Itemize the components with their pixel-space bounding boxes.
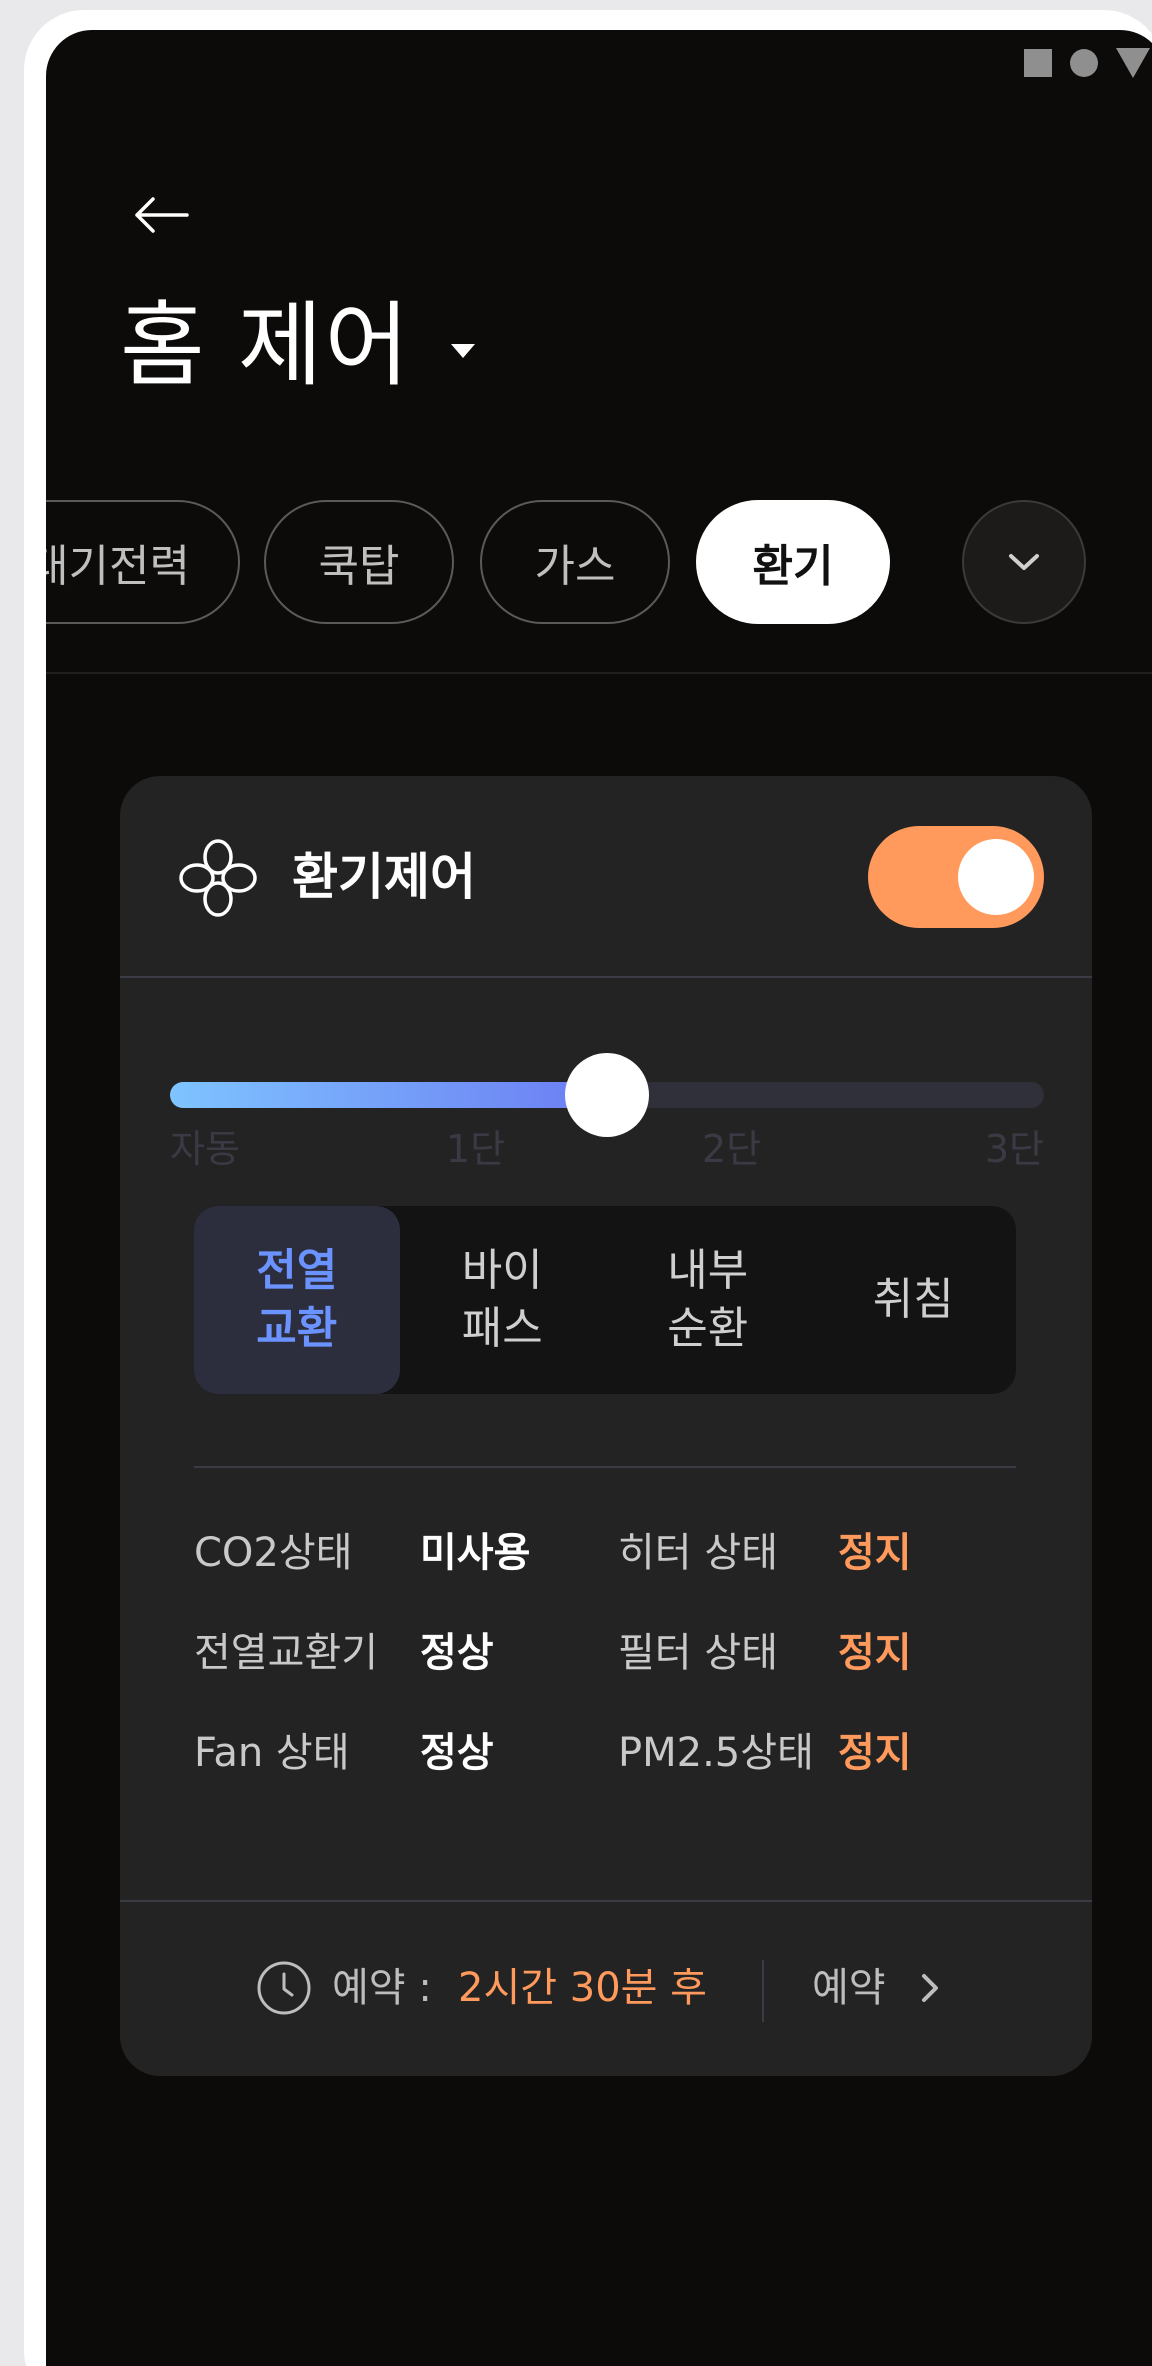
status-row: CO2상태 미사용 히터 상태 정지	[194, 1520, 1016, 1620]
slider-label-auto: 자동	[170, 1127, 240, 1171]
status-label: PM2.5상태	[618, 1730, 814, 1776]
page-title: 홈 제어	[120, 292, 412, 399]
status-label: CO2상태	[194, 1530, 353, 1576]
ventilation-control-card: 환기제어 자동 1단 2단 3단 전열 교환 바이 패스 내부 순환 취침 CO…	[120, 776, 1092, 2076]
tab-label: 쿡탑	[318, 541, 400, 592]
tab-label: 환기	[752, 541, 834, 592]
title-dropdown[interactable]: 홈 제어	[120, 292, 476, 399]
slider-label-level-2: 2단	[702, 1127, 762, 1171]
card-divider	[120, 976, 1092, 978]
circle-icon	[1070, 49, 1098, 77]
tab-standby-power[interactable]: 대기전력	[46, 500, 240, 624]
tab-label: 대기전력	[46, 541, 190, 592]
tab-cooktop[interactable]: 쿡탑	[264, 500, 454, 624]
slider-label-level-3: 3단	[984, 1127, 1044, 1171]
status-label: 전열교환기	[194, 1630, 378, 1676]
chevron-right-icon[interactable]	[910, 1968, 950, 2008]
reservation-bar: 예약 : 2시간 30분 후 예약	[120, 1902, 1092, 2076]
tab-gas[interactable]: 가스	[480, 500, 670, 624]
mode-heat-exchange[interactable]: 전열 교환	[194, 1206, 400, 1394]
ventilation-toggle[interactable]	[868, 826, 1044, 928]
slider-label-level-1: 1단	[446, 1127, 506, 1171]
status-value: 정지	[838, 1530, 912, 1576]
status-label: 필터 상태	[618, 1630, 778, 1676]
mode-label-line2: 교환	[256, 1303, 338, 1354]
mode-label-line1: 취침	[872, 1274, 954, 1325]
mode-label-line2: 패스	[461, 1303, 543, 1354]
status-label: 히터 상태	[618, 1530, 778, 1576]
status-value: 정지	[838, 1730, 912, 1776]
status-value: 정지	[838, 1630, 912, 1676]
triangle-icon	[1116, 48, 1150, 78]
card-title: 환기제어	[292, 848, 476, 906]
chevron-down-icon	[1009, 554, 1039, 570]
fan-speed-slider[interactable]	[170, 1053, 1044, 1137]
reservation-time: 2시간 30분 후	[458, 1965, 707, 2011]
back-arrow-icon	[135, 197, 189, 233]
reservation-label: 예약 :	[332, 1965, 432, 2011]
system-status-icons	[1024, 48, 1150, 78]
mode-sleep[interactable]: 취침	[811, 1206, 1017, 1394]
dropdown-caret-icon	[451, 344, 476, 358]
mode-label-line1: 바이	[461, 1245, 543, 1296]
tabs-expand-button[interactable]	[962, 500, 1086, 624]
square-icon	[1024, 49, 1052, 77]
status-value: 정상	[420, 1730, 494, 1776]
fan-icon	[179, 839, 257, 917]
status-grid: CO2상태 미사용 히터 상태 정지 전열교환기 정상 필터 상태 정지 Fan…	[194, 1520, 1016, 1820]
mode-internal-circulation[interactable]: 내부 순환	[605, 1206, 811, 1394]
status-divider	[194, 1466, 1016, 1468]
category-tabs: 대기전력 쿡탑 가스 환기	[46, 500, 1152, 626]
status-row: Fan 상태 정상 PM2.5상태 정지	[194, 1720, 1016, 1820]
mode-bypass[interactable]: 바이 패스	[400, 1206, 606, 1394]
tabs-divider	[46, 672, 1152, 674]
status-label: Fan 상태	[194, 1730, 350, 1776]
clock-icon	[257, 1961, 311, 2015]
reservation-separator	[762, 1960, 764, 2022]
slider-fill	[170, 1082, 607, 1108]
status-value: 정상	[420, 1630, 494, 1676]
mode-label-line1: 내부	[667, 1245, 749, 1296]
ventilation-mode-selector: 전열 교환 바이 패스 내부 순환 취침	[194, 1206, 1016, 1394]
slider-labels: 자동 1단 2단 3단	[170, 1118, 1044, 1171]
back-button[interactable]	[126, 180, 196, 250]
tab-ventilation[interactable]: 환기	[696, 500, 890, 624]
mode-label-line2: 순환	[667, 1303, 749, 1354]
app-screen: 홈 제어 대기전력 쿡탑 가스 환기 환기제어 자동 1단 2단 3단 전열 교…	[46, 30, 1152, 2366]
reservation-link[interactable]: 예약	[812, 1960, 886, 2016]
card-header: 환기제어	[120, 776, 1092, 976]
mode-label-line1: 전열	[256, 1245, 338, 1296]
status-value: 미사용	[420, 1530, 531, 1576]
status-row: 전열교환기 정상 필터 상태 정지	[194, 1620, 1016, 1720]
tab-label: 가스	[534, 541, 616, 592]
toggle-knob	[958, 839, 1034, 915]
